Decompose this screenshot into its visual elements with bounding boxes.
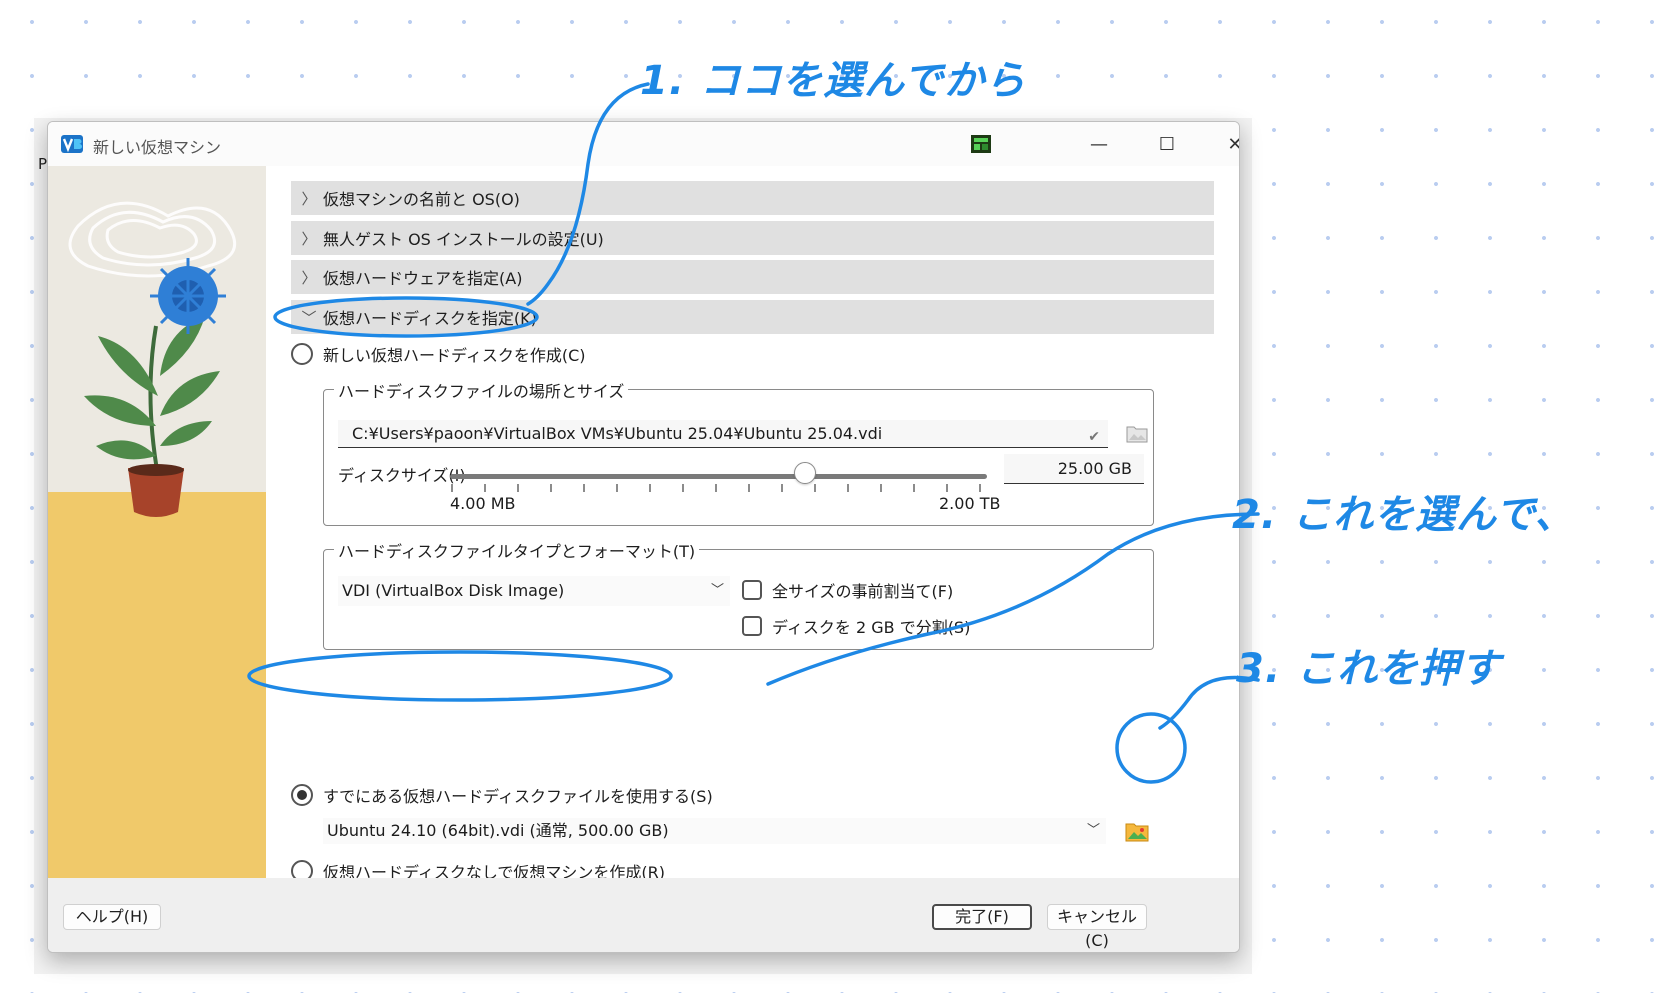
minimize-button[interactable]: — [1068,122,1130,166]
file-type-format-group: ハードディスクファイルタイプとフォーマット(T) VDI (VirtualBox… [323,538,1154,650]
finish-button[interactable]: 完了(F) [932,904,1032,930]
radio-label: 新しい仮想ハードディスクを作成(C) [323,346,586,365]
dialog-footer: ヘルプ(H) 完了(F) キャンセル(C) [48,878,1239,952]
create-new-disk-radio[interactable]: 新しい仮想ハードディスクを作成(C) [291,342,586,366]
location-size-group: ハードディスクファイルの場所とサイズ C:¥Users¥paoon¥Virtua… [323,378,1154,526]
section-hard-disk[interactable]: ﹀ 仮想ハードディスクを指定(K) [291,300,1214,334]
checkbox-label: ディスクを 2 GB で分割(S) [772,618,971,637]
background-tab-label: P [38,155,48,173]
existing-disk-value: Ubuntu 24.10 (64bit).vdi (通常, 500.00 GB) [327,821,669,840]
size-min-label: 4.00 MB [450,494,516,513]
section-label: 仮想マシンの名前と OS(O) [323,190,520,209]
minimize-icon: — [1090,133,1108,155]
preallocate-checkbox[interactable]: 全サイズの事前割当て(F) [742,578,953,602]
disk-format-select[interactable]: VDI (VirtualBox Disk Image) ﹀ [338,576,730,606]
cancel-button[interactable]: キャンセル(C) [1047,904,1147,950]
browse-folder-button[interactable] [1124,420,1150,446]
radio-label: すでにある仮想ハードディスクファイルを使用する(S) [323,787,713,806]
group-title: ハードディスクファイルタイプとフォーマット(T) [334,538,700,562]
disk-size-label: ディスクサイズ(I) [338,466,466,485]
section-label: 無人ゲスト OS インストールの設定(U) [323,230,604,249]
disk-format-value: VDI (VirtualBox Disk Image) [342,581,565,600]
group-title: ハードディスクファイルの場所とサイズ [334,378,629,402]
checkbox-label: 全サイズの事前割当て(F) [772,582,954,601]
chevron-down-icon: ﹀ [710,583,724,598]
chevron-down-icon: ﹀ [301,308,317,327]
radio-circle [291,343,313,365]
title-bar: 新しい仮想マシン — ☐ ✕ [48,122,1239,166]
wizard-illustration [48,166,266,878]
help-button[interactable]: ヘルプ(H) [63,904,161,930]
existing-disk-select[interactable]: Ubuntu 24.10 (64bit).vdi (通常, 500.00 GB)… [323,818,1106,844]
checkbox-box [742,616,762,636]
radio-circle [291,784,313,806]
slider-ticks [451,484,981,492]
annotation-step-1: 1. ココを選んでから [640,58,1026,104]
section-unattended-install[interactable]: 〉 無人ゲスト OS インストールの設定(U) [291,221,1214,255]
disk-path-input[interactable]: C:¥Users¥paoon¥VirtualBox VMs¥Ubuntu 25.… [338,420,1108,448]
close-button[interactable]: ✕ [1204,122,1239,166]
checkbox-box [742,580,762,600]
use-existing-disk-radio[interactable]: すでにある仮想ハードディスクファイルを使用する(S) [291,783,713,807]
disk-size-slider[interactable] [450,474,987,479]
maximize-button[interactable]: ☐ [1136,122,1198,166]
choose-disk-file-button[interactable] [1124,819,1150,843]
virtualbox-icon [61,135,83,153]
annotation-step-3: 3. これを押す [1236,646,1501,692]
chevron-right-icon: 〉 [301,229,317,248]
size-max-label: 2.00 TB [939,494,1001,513]
check-icon: ✔ [1088,429,1100,445]
new-vm-dialog: 新しい仮想マシン — ☐ ✕ [47,121,1240,953]
split-2gb-checkbox[interactable]: ディスクを 2 GB で分割(S) [742,614,970,638]
section-hardware[interactable]: 〉 仮想ハードウェアを指定(A) [291,260,1214,294]
section-label: 仮想ハードウェアを指定(A) [323,269,523,288]
close-icon: ✕ [1227,134,1239,155]
window-title: 新しい仮想マシン [93,138,222,157]
disk-size-slider-thumb[interactable] [794,462,816,484]
flower-pot-illustration [48,166,266,878]
disk-size-input[interactable]: 25.00 GB [1004,454,1144,484]
annotation-step-2: 2. これを選んで、 [1232,492,1576,538]
section-label: 仮想ハードディスクを指定(K) [323,309,537,328]
chevron-right-icon: 〉 [301,189,317,208]
maximize-icon: ☐ [1158,133,1176,155]
section-name-and-os[interactable]: 〉 仮想マシンの名前と OS(O) [291,181,1214,215]
chevron-down-icon: ﹀ [1086,823,1100,838]
chip-icon[interactable] [970,134,992,154]
chevron-right-icon: 〉 [301,268,317,287]
wizard-content: 〉 仮想マシンの名前と OS(O) 〉 無人ゲスト OS インストールの設定(U… [266,166,1239,882]
disk-path-value: C:¥Users¥paoon¥VirtualBox VMs¥Ubuntu 25.… [352,424,883,443]
